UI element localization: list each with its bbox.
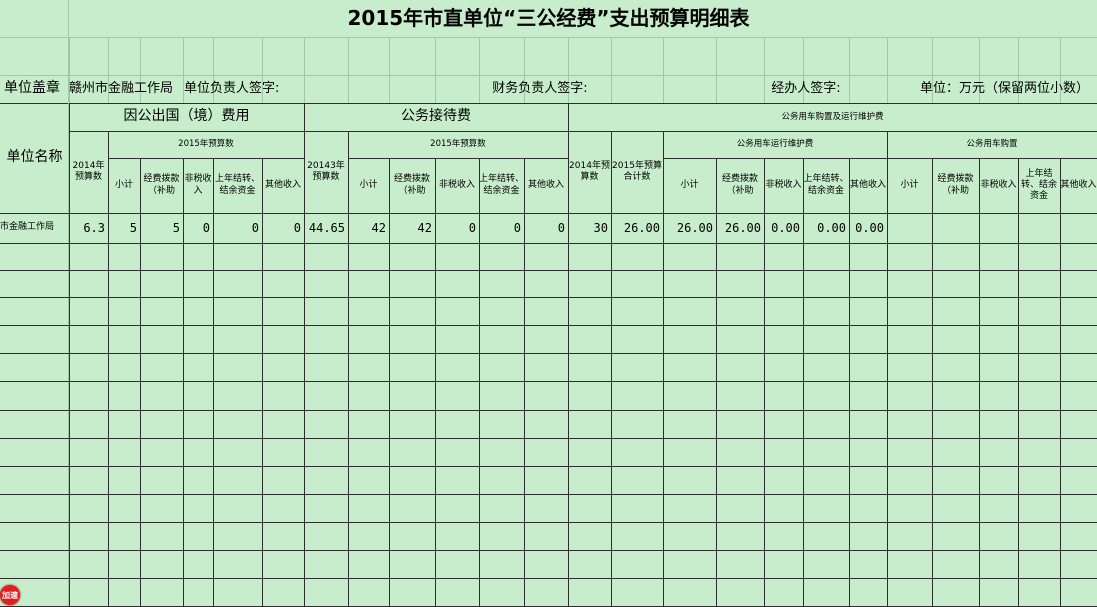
abroad-subtotal-header: 小计 — [114, 179, 133, 190]
unit-note: 单位：万元（保留两位小数） — [919, 80, 1089, 96]
reception-2015-header: 2015年预算数 — [430, 139, 486, 150]
vrun-nontax-header: 非税收入 — [765, 179, 802, 190]
unit-name-value: 赣州市金融工作局 — [69, 80, 174, 96]
table-cell[interactable]: 30 — [568, 213, 611, 243]
grid-line — [0, 466, 1097, 467]
table-cell[interactable]: 5 — [108, 213, 140, 243]
vehicle-2015-total-header: 2015年预算合计数 — [612, 160, 662, 182]
vehicle-buy-header: 公务用车购置 — [966, 139, 1018, 150]
table-cell[interactable]: 26.00 — [716, 213, 764, 243]
grid-line — [0, 522, 1097, 523]
grid-line — [663, 37, 664, 103]
grid-line — [0, 353, 1097, 354]
table-cell[interactable]: 0.00 — [803, 213, 849, 243]
vehicle-group-header: 公务用车购置及运行维护费 — [781, 111, 884, 122]
table-cell[interactable] — [1018, 213, 1060, 243]
grid-line — [0, 578, 1097, 579]
grid-line — [0, 243, 1097, 244]
grid-line — [0, 410, 1097, 411]
table-cell[interactable]: 0.00 — [849, 213, 887, 243]
abroad-appropriation-header: 经费拨款（补助 — [143, 174, 180, 196]
vrun-subtotal-header: 小计 — [680, 179, 699, 190]
abroad-other-header: 其他收入 — [264, 179, 301, 190]
table-cell[interactable]: 0 — [524, 213, 568, 243]
grid-line — [0, 381, 1097, 382]
table-cell[interactable] — [887, 213, 932, 243]
unit-name-header: 单位名称 — [6, 149, 63, 166]
table-cell[interactable]: 6.3 — [69, 213, 108, 243]
vbuy-subtotal-header: 小计 — [900, 179, 919, 190]
grid-line — [0, 438, 1097, 439]
grid-line — [0, 37, 1097, 38]
grid-line — [348, 37, 349, 103]
reception-nontax-header: 非税收入 — [438, 179, 475, 190]
grid-line — [389, 37, 390, 103]
grid-line — [0, 494, 1097, 495]
reception-group-header: 公务接待费 — [401, 108, 471, 125]
grid-line — [0, 550, 1097, 551]
table-cell[interactable]: 0 — [435, 213, 479, 243]
table-cell[interactable]: 42 — [389, 213, 435, 243]
vrun-carryover-header: 上年结转、结余资金 — [803, 174, 849, 196]
abroad-2015-header: 2015年预算数 — [178, 139, 234, 150]
table-cell[interactable]: 44.65 — [304, 213, 348, 243]
vrun-other-header: 其他收入 — [849, 179, 886, 190]
grid-line — [0, 270, 1097, 271]
sheet-title: 2015年市直单位“三公经费”支出预算明细表 — [347, 6, 750, 30]
reception-carryover-header: 上年结转、结余资金 — [479, 174, 524, 196]
speed-badge-icon[interactable]: 加速 — [0, 585, 20, 605]
vrun-appropriation-header: 经费拨款（补助 — [721, 174, 758, 196]
abroad-2014-header: 2014年预算数 — [72, 160, 105, 182]
table-cell[interactable] — [932, 213, 979, 243]
table-cell[interactable]: 0 — [479, 213, 524, 243]
reception-other-header: 其他收入 — [527, 179, 564, 190]
table-cell[interactable]: 26.00 — [611, 213, 663, 243]
grid-line — [0, 297, 1097, 298]
reception-2014-header: 20143年预算数 — [307, 160, 345, 182]
vbuy-nontax-header: 非税收入 — [980, 179, 1017, 190]
abroad-nontax-header: 非税收入 — [184, 174, 212, 196]
vehicle-run-header: 公务用车运行维护费 — [736, 139, 814, 150]
table-cell[interactable] — [1060, 213, 1097, 243]
row-unit-name[interactable]: 市金融工作局 — [0, 213, 69, 243]
grid-line — [0, 325, 1097, 326]
responsible-signature-label: 单位负责人签字: — [184, 80, 280, 96]
vbuy-appropriation-header: 经费拨款（补助 — [937, 174, 974, 196]
abroad-carryover-header: 上年结转、结余资金 — [214, 174, 260, 196]
table-cell[interactable]: 26.00 — [663, 213, 716, 243]
table-cell[interactable]: 5 — [140, 213, 183, 243]
table-cell[interactable] — [979, 213, 1018, 243]
finance-signature-label: 财务负责人签字: — [492, 80, 588, 96]
vbuy-carryover-header: 上年结转、结余资金 — [1020, 168, 1057, 202]
table-cell[interactable]: 0 — [183, 213, 213, 243]
table-cell[interactable]: 42 — [348, 213, 389, 243]
abroad-group-header: 因公出国（境）费用 — [123, 108, 250, 125]
spreadsheet: 2015年市直单位“三公经费”支出预算明细表 单位盖章 赣州市金融工作局 单位负责人签… — [0, 0, 1097, 607]
table-cell[interactable]: 0 — [262, 213, 304, 243]
reception-subtotal-header: 小计 — [359, 179, 378, 190]
reception-appropriation-header: 经费拨款（补助 — [393, 174, 430, 196]
vbuy-other-header: 其他收入 — [1060, 179, 1097, 190]
vehicle-2014-header: 2014年预算数 — [569, 160, 610, 182]
table-cell[interactable]: 0 — [213, 213, 262, 243]
table-cell[interactable]: 0.00 — [764, 213, 803, 243]
